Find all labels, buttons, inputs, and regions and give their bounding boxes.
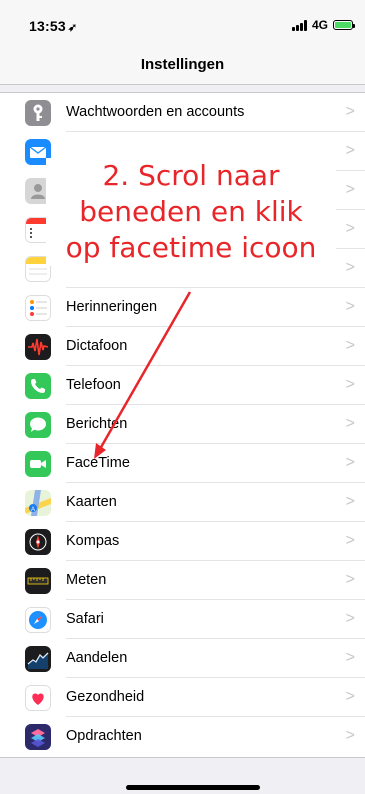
home-indicator[interactable] (126, 785, 260, 790)
annotation-arrow (94, 291, 192, 459)
